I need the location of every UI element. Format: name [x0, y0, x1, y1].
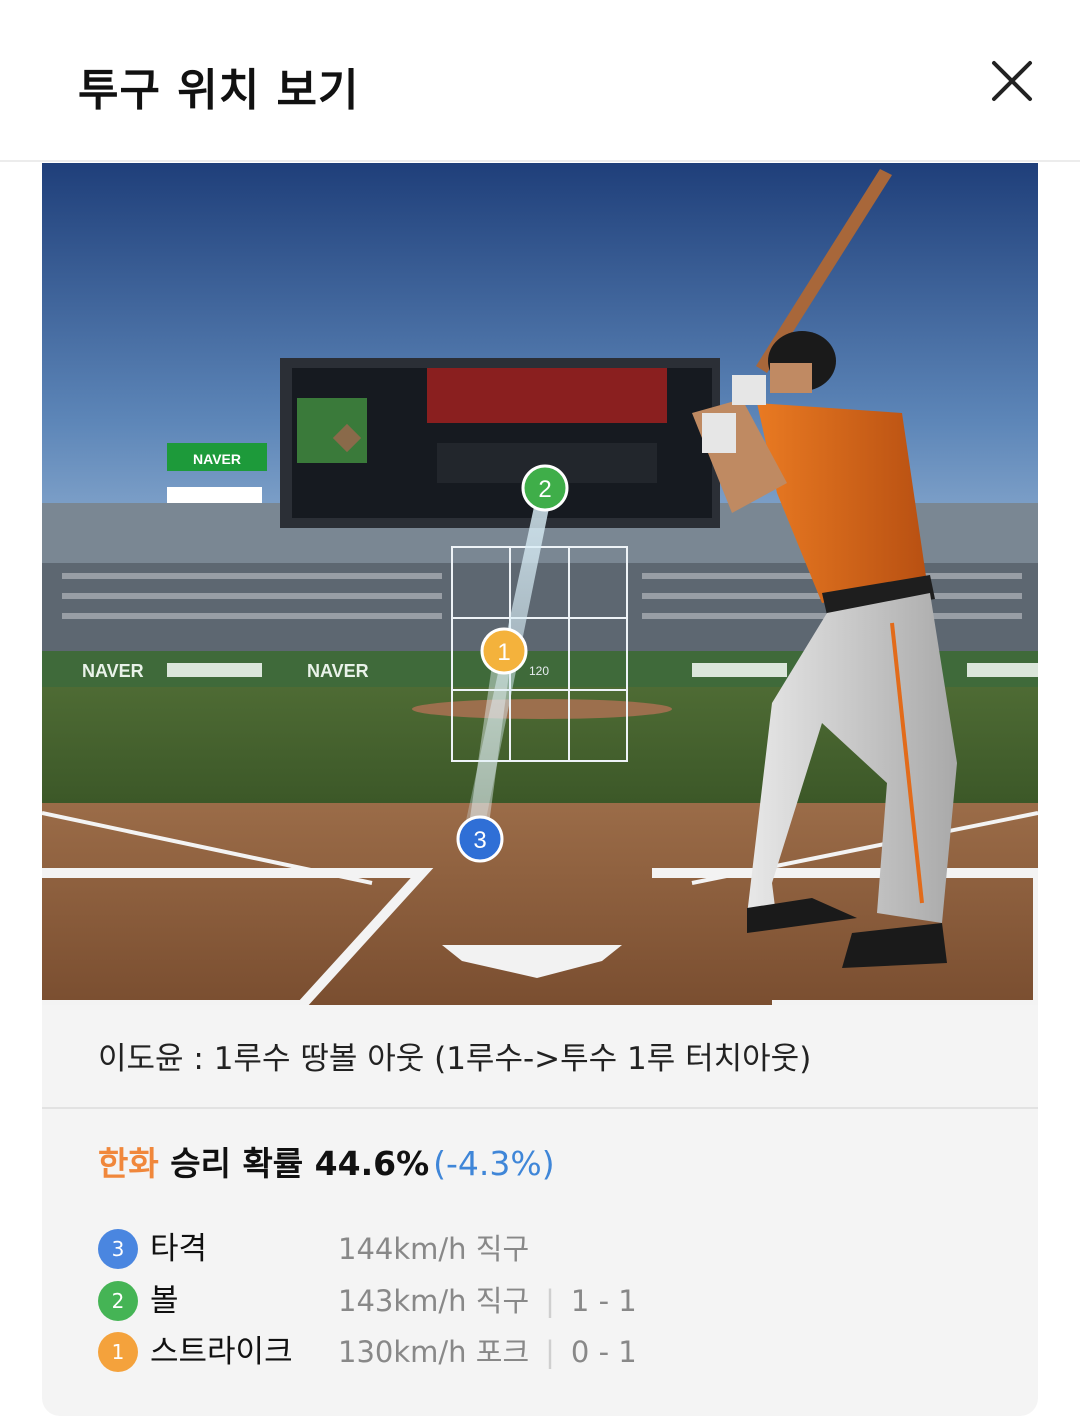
win-probability-label: 승리 확률 44.6% [170, 1144, 430, 1183]
pitch-marker-1-label: 1 [497, 639, 510, 666]
pitch-marker-1[interactable]: 1 [480, 627, 528, 675]
pitch-marker-3-label: 3 [473, 827, 486, 854]
pitch-speed-text: 130km/h 포크 [338, 1335, 530, 1369]
section-divider [42, 1107, 1038, 1109]
pitch-speed: 143km/h 직구 | 1 - 1 [338, 1281, 637, 1321]
pitch-type: 볼 [150, 1283, 179, 1319]
naver-sign: NAVER [193, 451, 241, 467]
pitch-marker-2[interactable]: 2 [521, 464, 569, 512]
zone-speed-label: 120 [529, 664, 549, 678]
pitch-speed-text: 143km/h 직구 [338, 1284, 530, 1318]
pitch-number-badge: 3 [98, 1229, 138, 1269]
wall-naver-left: NAVER [82, 661, 144, 681]
modal-header: 투구 위치 보기 [0, 0, 1080, 162]
pitch-location-scene: NAVER NAVER NAVER 120 2 1 3 [42, 163, 1038, 1005]
page-title: 투구 위치 보기 [78, 65, 360, 116]
pitch-count: 0 - 1 [570, 1335, 637, 1369]
close-button[interactable] [988, 57, 1036, 105]
pitch-number-badge: 1 [98, 1332, 138, 1372]
pitch-row-1: 1 스트라이크 130km/h 포크 | 0 - 1 [98, 1332, 998, 1372]
pitch-row-3: 3 타격 144km/h 직구 [98, 1229, 998, 1269]
count-separator: | [545, 1284, 555, 1318]
win-probability-delta: (-4.3%) [433, 1144, 555, 1183]
pitch-type: 타격 [150, 1231, 208, 1267]
count-separator: | [545, 1335, 555, 1369]
pitch-speed: 144km/h 직구 [338, 1229, 529, 1269]
pitch-type: 스트라이크 [150, 1334, 293, 1370]
pitch-speed-text: 144km/h 직구 [338, 1232, 530, 1266]
pitch-marker-2-label: 2 [538, 476, 551, 503]
pitch-speed: 130km/h 포크 | 0 - 1 [338, 1332, 637, 1372]
pitch-row-2: 2 볼 143km/h 직구 | 1 - 1 [98, 1281, 998, 1321]
win-probability: 한화 승리 확률 44.6% (-4.3%) [98, 1137, 555, 1185]
wall-naver-center: NAVER [307, 661, 369, 681]
pitch-count: 1 - 1 [570, 1284, 637, 1318]
play-result-text: 이도윤 : 1루수 땅볼 아웃 (1루수->투수 1루 터치아웃) [98, 1041, 812, 1077]
pitch-marker-3[interactable]: 3 [456, 815, 504, 863]
win-probability-team: 한화 [98, 1144, 159, 1183]
close-icon [992, 61, 1032, 101]
pitch-number-badge: 2 [98, 1281, 138, 1321]
pitch-card: NAVER NAVER NAVER 120 2 1 3 이도윤: 1루수 땅볼… [42, 163, 1038, 1416]
